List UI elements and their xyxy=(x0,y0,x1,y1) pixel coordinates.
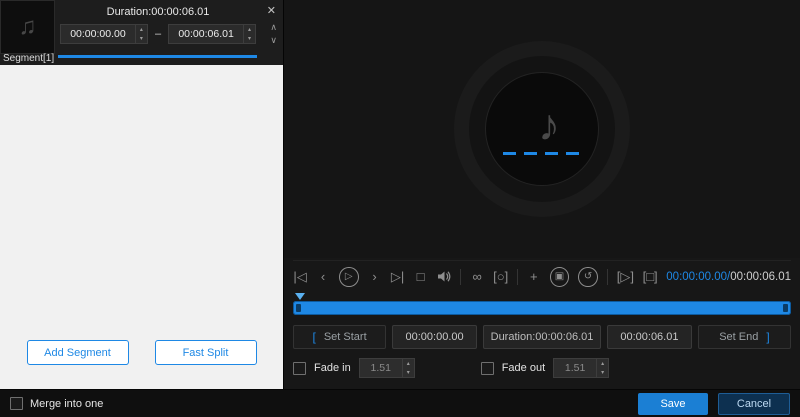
spin-down-icon[interactable]: ▾ xyxy=(597,368,608,377)
divider xyxy=(517,269,518,285)
transport-bar: |◁ ‹ ▷ › ▷| □ ∞ [○] + ▣ ↺ [▷] [□] xyxy=(293,260,791,292)
segment-label: Segment[1] xyxy=(3,53,54,64)
skip-start-icon[interactable]: |◁ xyxy=(293,269,307,285)
segment-thumbnail[interactable]: ♫ xyxy=(0,0,55,54)
audio-preview-area: ♪ xyxy=(284,0,800,258)
play-segment-icon[interactable]: [▷] xyxy=(617,269,634,285)
spin-up-icon[interactable]: ▴ xyxy=(403,359,414,368)
merge-checkbox[interactable] xyxy=(10,397,23,410)
segment-reorder-controls: ∧ ∨ xyxy=(270,22,277,46)
fade-in-spinner[interactable]: 1.51 ▴ ▾ xyxy=(359,358,415,378)
stop-segment-icon[interactable]: [□] xyxy=(643,269,658,284)
play-icon: ▷ xyxy=(345,271,353,282)
merge-label: Merge into one xyxy=(30,398,103,410)
spin-up-icon[interactable]: ▴ xyxy=(597,359,608,368)
ab-loop-icon[interactable]: ∞ xyxy=(470,269,484,284)
time-display: 00:00:00.00/00:00:06.01 xyxy=(666,271,791,283)
reset-button[interactable]: ↺ xyxy=(578,267,598,287)
save-button[interactable]: Save xyxy=(638,393,708,415)
volume-icon[interactable] xyxy=(437,270,452,283)
trim-end-time[interactable]: 00:00:06.01 xyxy=(607,325,692,349)
timeline-track[interactable] xyxy=(293,301,791,315)
fade-out-label: Fade out xyxy=(502,362,545,374)
cancel-button[interactable]: Cancel xyxy=(718,393,790,415)
fade-out-checkbox[interactable] xyxy=(481,362,494,375)
segment-start-spinner[interactable]: 00:00:00.00 ▴ ▾ xyxy=(60,24,148,44)
fade-in-value: 1.51 xyxy=(360,359,402,377)
divider xyxy=(460,269,461,285)
preview-panel: ♪ |◁ ‹ ▷ › ▷| □ ∞ [○] xyxy=(283,0,800,389)
trim-duration: Duration:00:00:06.01 xyxy=(483,325,601,349)
set-end-label: Set End xyxy=(719,331,758,343)
step-forward-icon[interactable]: › xyxy=(368,269,382,284)
segment-header: ♫ Duration:00:00:06.01 00:00:00.00 ▴ ▾ –… xyxy=(0,0,283,65)
current-time: 00:00:00.00/ xyxy=(666,271,730,283)
add-segment-button[interactable]: Add Segment xyxy=(27,340,129,365)
chevron-down-icon[interactable]: ∨ xyxy=(270,35,277,46)
stop-icon[interactable]: □ xyxy=(414,269,428,284)
step-back-icon[interactable]: ‹ xyxy=(316,269,330,284)
reset-icon: ↺ xyxy=(584,271,592,282)
disc-inner: ♪ xyxy=(485,72,599,186)
fade-in-label: Fade in xyxy=(314,362,351,374)
fade-out-arrows: ▴ ▾ xyxy=(596,359,608,377)
segment-start-value[interactable]: 00:00:00.00 xyxy=(61,25,135,43)
footer-buttons: Save Cancel xyxy=(638,393,790,415)
skip-end-icon[interactable]: ▷| xyxy=(391,269,405,285)
music-note-icon: ♫ xyxy=(19,13,37,41)
segment-list-panel: ♫ Duration:00:00:06.01 00:00:00.00 ▴ ▾ –… xyxy=(0,0,283,389)
fade-out-value: 1.51 xyxy=(554,359,596,377)
fade-in-arrows: ▴ ▾ xyxy=(402,359,414,377)
segment-progress-line xyxy=(58,55,257,58)
segment-end-value[interactable]: 00:00:06.01 xyxy=(169,25,243,43)
set-start-label: Set Start xyxy=(324,331,367,343)
spin-down-icon[interactable]: ▾ xyxy=(403,368,414,377)
spin-up-icon[interactable]: ▴ xyxy=(136,25,147,34)
copy-icon: ▣ xyxy=(555,271,564,282)
range-separator: – xyxy=(155,28,161,40)
disc-outer-ring: ♪ xyxy=(454,41,630,217)
add-icon[interactable]: + xyxy=(527,269,541,284)
merge-option: Merge into one xyxy=(10,397,103,410)
divider xyxy=(607,269,608,285)
fade-controls: Fade in 1.51 ▴ ▾ Fade out 1.51 ▴ ▾ xyxy=(293,356,791,380)
audio-dash-indicator xyxy=(503,152,581,155)
spin-down-icon[interactable]: ▾ xyxy=(244,34,255,43)
music-note-icon: ♪ xyxy=(538,104,560,148)
open-bracket: [ xyxy=(313,330,316,344)
segment-duration-label: Duration:00:00:06.01 xyxy=(58,6,258,18)
segment-end-arrows: ▴ ▾ xyxy=(243,25,255,43)
segment-start-arrows: ▴ ▾ xyxy=(135,25,147,43)
trim-controls: [ Set Start 00:00:00.00 Duration:00:00:0… xyxy=(293,325,791,349)
footer-bar: Merge into one Save Cancel xyxy=(0,389,800,417)
set-start-button[interactable]: [ Set Start xyxy=(293,325,386,349)
segment-time-row: 00:00:00.00 ▴ ▾ – 00:00:06.01 ▴ ▾ xyxy=(58,24,258,44)
fade-in-checkbox[interactable] xyxy=(293,362,306,375)
close-bracket: ] xyxy=(766,330,769,344)
spin-up-icon[interactable]: ▴ xyxy=(244,25,255,34)
snapshot-icon[interactable]: [○] xyxy=(493,269,508,284)
segment-end-spinner[interactable]: 00:00:06.01 ▴ ▾ xyxy=(168,24,256,44)
trim-start-time[interactable]: 00:00:00.00 xyxy=(392,325,477,349)
segment-actions: Add Segment Fast Split xyxy=(0,340,283,365)
total-time: 00:00:06.01 xyxy=(730,271,791,283)
copy-button[interactable]: ▣ xyxy=(550,267,570,287)
fast-split-button[interactable]: Fast Split xyxy=(155,340,257,365)
segment-time-controls: Duration:00:00:06.01 00:00:00.00 ▴ ▾ – 0… xyxy=(58,0,258,44)
fade-out-spinner[interactable]: 1.51 ▴ ▾ xyxy=(553,358,609,378)
chevron-up-icon[interactable]: ∧ xyxy=(270,22,277,33)
spin-down-icon[interactable]: ▾ xyxy=(136,34,147,43)
play-button[interactable]: ▷ xyxy=(339,267,359,287)
timeline-row xyxy=(293,298,791,318)
trim-end-handle[interactable] xyxy=(783,304,788,312)
disc-mid-ring: ♪ xyxy=(469,56,615,202)
set-end-button[interactable]: Set End ] xyxy=(698,325,791,349)
close-icon[interactable]: ✕ xyxy=(267,4,276,17)
clip-editor-window: ♫ Duration:00:00:06.01 00:00:00.00 ▴ ▾ –… xyxy=(0,0,800,417)
trim-start-handle[interactable] xyxy=(296,304,301,312)
